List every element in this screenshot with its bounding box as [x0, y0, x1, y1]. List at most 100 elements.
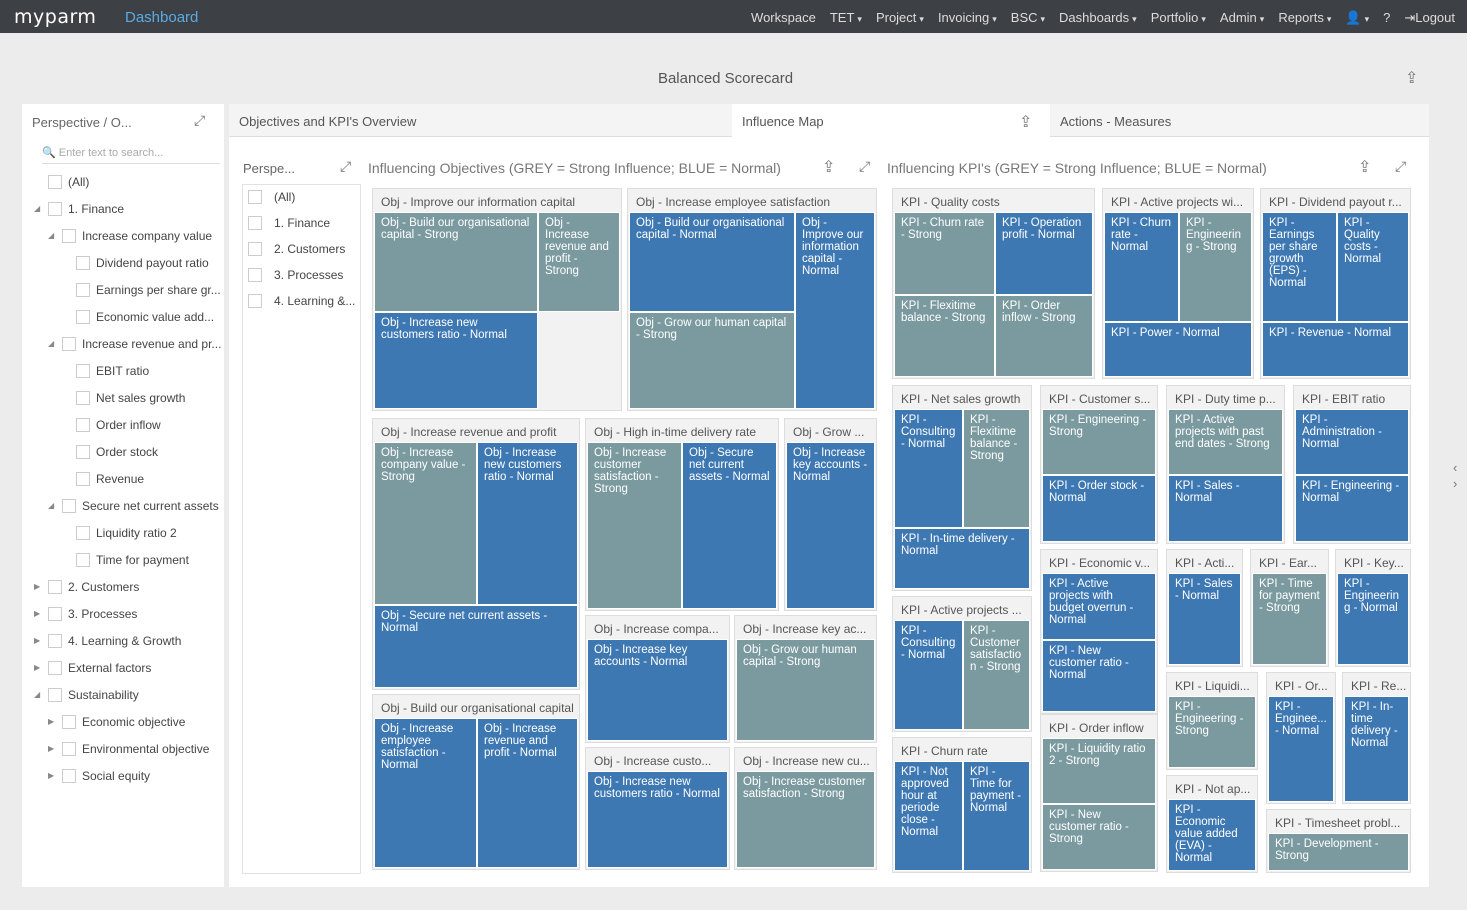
- checkbox[interactable]: [76, 552, 90, 567]
- filter-item[interactable]: ▶ Social equity: [48, 762, 150, 789]
- kpi-tile[interactable]: KPI - Operation profit - Normal: [995, 212, 1093, 295]
- checkbox[interactable]: [48, 579, 62, 594]
- chevron-left-icon[interactable]: ‹: [1453, 460, 1457, 475]
- obj-expand-icon[interactable]: ⤢: [859, 158, 870, 175]
- checkbox[interactable]: [76, 525, 90, 540]
- nav-reports[interactable]: Reports: [1278, 10, 1331, 26]
- expand-icon[interactable]: ⤢: [340, 158, 351, 175]
- kpi-tile[interactable]: KPI - Enginee... - Normal: [1268, 696, 1334, 802]
- nav-invoicing[interactable]: Invoicing: [938, 10, 997, 26]
- filter-item[interactable]: ▶ Environmental objective: [48, 735, 209, 762]
- kpi-tile[interactable]: KPI - Flexitime balance - Strong: [963, 409, 1030, 528]
- objective-tile[interactable]: Obj - Improve our information capital - …: [795, 212, 875, 409]
- kpi-tile[interactable]: KPI - Not approved hour at periode close…: [894, 761, 963, 871]
- chevron-right-icon[interactable]: ›: [1453, 476, 1457, 491]
- caret-down-icon[interactable]: ◢: [48, 339, 60, 348]
- objective-tile[interactable]: Obj - Secure net current assets - Normal: [374, 605, 578, 688]
- kpi-tile[interactable]: KPI - Engineering - Strong: [1179, 212, 1252, 322]
- nav-tet[interactable]: TET: [830, 10, 862, 26]
- kpi-tile[interactable]: KPI - Liquidity ratio 2 - Strong: [1042, 738, 1156, 804]
- filter-item[interactable]: Order stock: [62, 438, 158, 465]
- filter-item[interactable]: EBIT ratio: [62, 357, 149, 384]
- filter-item[interactable]: ◢ Increase revenue and pr...: [48, 330, 221, 357]
- objective-tile[interactable]: Obj - Increase revenue and profit - Norm…: [477, 718, 578, 868]
- kpi-tile[interactable]: KPI - Customer satisfaction - Strong: [963, 620, 1030, 730]
- app-name[interactable]: Dashboard: [125, 9, 198, 26]
- filter-item[interactable]: Dividend payout ratio: [62, 249, 209, 276]
- filter-item[interactable]: Time for payment: [62, 546, 189, 573]
- checkbox[interactable]: [48, 606, 62, 621]
- kpi-tile[interactable]: KPI - Development - Strong: [1268, 833, 1409, 871]
- checkbox[interactable]: [48, 201, 62, 216]
- filter-item[interactable]: ▶ External factors: [34, 654, 151, 681]
- filter-item[interactable]: Net sales growth: [62, 384, 185, 411]
- objective-tile[interactable]: Obj - Increase customer satisfaction - S…: [736, 771, 875, 868]
- checkbox[interactable]: [48, 687, 62, 702]
- kpi-tile[interactable]: KPI - Economic value added (EVA) - Norma…: [1168, 799, 1256, 871]
- checkbox[interactable]: [48, 633, 62, 648]
- kpi-tile[interactable]: KPI - Engineering - Strong: [1168, 696, 1256, 768]
- persp-item[interactable]: 1. Finance: [248, 210, 330, 236]
- filter-item[interactable]: (All): [34, 168, 89, 195]
- checkbox[interactable]: [62, 498, 76, 513]
- tab-export-icon[interactable]: ⇪: [1019, 112, 1032, 132]
- objective-tile[interactable]: Obj - Increase new customers ratio - Nor…: [477, 442, 578, 605]
- caret-right-icon[interactable]: ▶: [34, 663, 46, 672]
- kpi-tile[interactable]: KPI - Earnings per share growth (EPS) - …: [1262, 212, 1337, 322]
- filter-item[interactable]: ◢ Secure net current assets: [48, 492, 219, 519]
- kpi-tile[interactable]: KPI - Consulting - Normal: [894, 409, 963, 528]
- caret-right-icon[interactable]: ▶: [34, 636, 46, 645]
- checkbox[interactable]: [62, 741, 76, 756]
- checkbox[interactable]: [248, 190, 262, 204]
- nav-project[interactable]: Project: [876, 10, 924, 26]
- kpi-tile[interactable]: KPI - New customer ratio - Strong: [1042, 804, 1156, 870]
- filter-item[interactable]: Revenue: [62, 465, 144, 492]
- kpi-tile[interactable]: KPI - Time for payment - Strong: [1252, 573, 1327, 665]
- kpi-tile[interactable]: KPI - In-time delivery - Normal: [894, 528, 1030, 589]
- caret-down-icon[interactable]: ◢: [48, 231, 60, 240]
- checkbox[interactable]: [76, 309, 90, 324]
- checkbox[interactable]: [76, 282, 90, 297]
- objective-tile[interactable]: Obj - Secure net current assets - Normal: [682, 442, 777, 609]
- kpi-tile[interactable]: KPI - Sales - Normal: [1168, 573, 1241, 665]
- user-icon[interactable]: 👤: [1345, 10, 1369, 26]
- caret-down-icon[interactable]: ◢: [34, 204, 46, 213]
- kpi-tile[interactable]: KPI - Time for payment - Normal: [963, 761, 1030, 871]
- kpi-tile[interactable]: KPI - Engineering - Normal: [1337, 573, 1409, 665]
- kpi-tile[interactable]: KPI - Consulting - Normal: [894, 620, 963, 730]
- caret-down-icon[interactable]: ◢: [48, 501, 60, 510]
- objective-tile[interactable]: Obj - Build our organisational capital -…: [629, 212, 795, 312]
- objective-tile[interactable]: Obj - Build our organisational capital -…: [374, 212, 538, 312]
- kpi-tile[interactable]: KPI - Active projects with past end date…: [1168, 409, 1283, 475]
- checkbox[interactable]: [248, 268, 262, 282]
- kpi-tile[interactable]: KPI - Churn rate - Strong: [894, 212, 995, 295]
- checkbox[interactable]: [76, 417, 90, 432]
- filter-search[interactable]: 🔍 Enter text to search...: [42, 146, 220, 164]
- kpi-tile[interactable]: KPI - Engineering - Strong: [1042, 409, 1156, 475]
- checkbox[interactable]: [248, 294, 262, 308]
- nav-bsc[interactable]: BSC: [1011, 10, 1045, 26]
- filter-item[interactable]: ▶ 3. Processes: [34, 600, 137, 627]
- caret-right-icon[interactable]: ▶: [34, 582, 46, 591]
- filter-item[interactable]: ◢ Increase company value: [48, 222, 212, 249]
- kpi-tile[interactable]: KPI - Engineering - Normal: [1295, 475, 1409, 542]
- checkbox[interactable]: [62, 228, 76, 243]
- persp-item[interactable]: 2. Customers: [248, 236, 345, 262]
- checkbox[interactable]: [76, 255, 90, 270]
- nav-dashboards[interactable]: Dashboards: [1059, 10, 1137, 26]
- kpi-tile[interactable]: KPI - Sales - Normal: [1168, 475, 1283, 542]
- checkbox[interactable]: [76, 471, 90, 486]
- objective-tile[interactable]: Obj - Increase key accounts - Normal: [587, 639, 728, 741]
- filter-item[interactable]: ◢ 1. Finance: [34, 195, 124, 222]
- checkbox[interactable]: [248, 242, 262, 256]
- filter-item[interactable]: Economic value add...: [62, 303, 214, 330]
- objective-tile[interactable]: Obj - Grow our human capital - Strong: [736, 639, 875, 741]
- obj-export-icon[interactable]: ⇪: [822, 157, 835, 177]
- kpi-tile[interactable]: KPI - Administration - Normal: [1295, 409, 1409, 475]
- persp-item[interactable]: 4. Learning &...: [248, 288, 355, 314]
- objective-tile[interactable]: Obj - Increase customer satisfaction - S…: [587, 442, 682, 609]
- checkbox[interactable]: [76, 363, 90, 378]
- export-icon[interactable]: ⇪: [1405, 68, 1418, 88]
- objective-tile[interactable]: Obj - Increase new customers ratio - Nor…: [374, 312, 538, 409]
- objective-tile[interactable]: Obj - Increase revenue and profit - Stro…: [538, 212, 620, 312]
